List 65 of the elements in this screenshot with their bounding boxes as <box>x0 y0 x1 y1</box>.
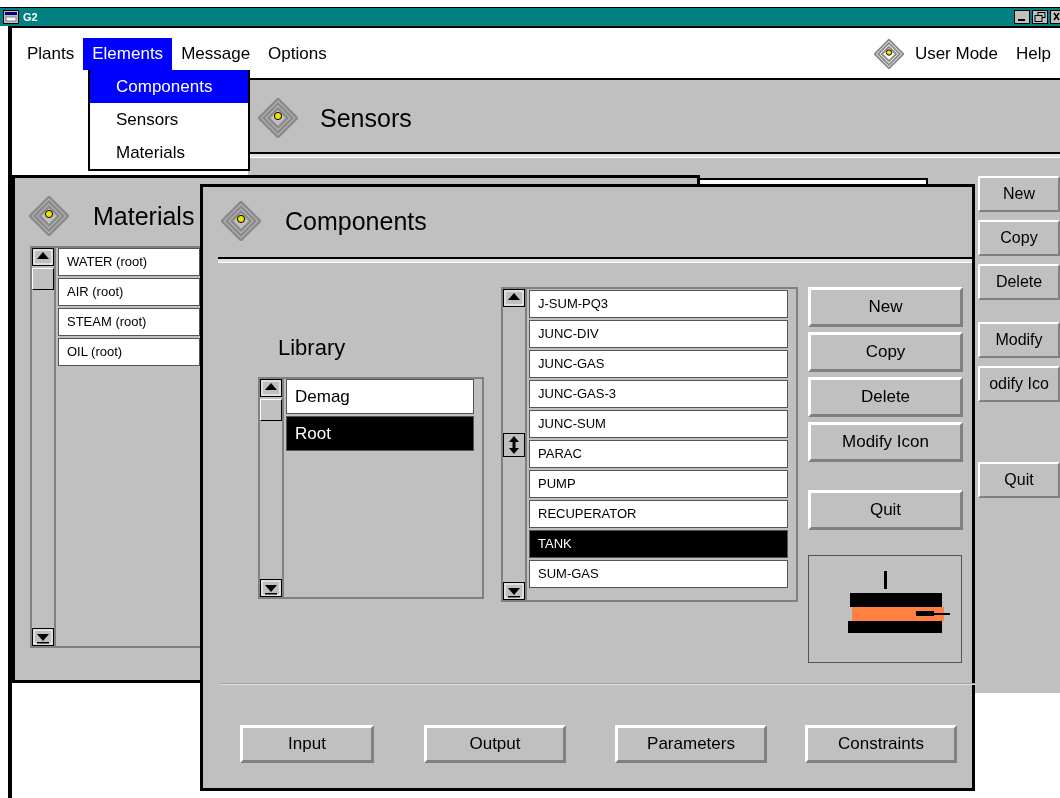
section-label: Library <box>278 335 347 362</box>
menu-item[interactable]: Help <box>1007 38 1060 70</box>
diamond-icon <box>29 196 69 236</box>
list-item[interactable]: Root <box>286 416 474 451</box>
scrollbar[interactable] <box>503 289 527 600</box>
button[interactable]: Quit <box>978 462 1060 498</box>
button[interactable]: Modify Icon <box>808 422 963 462</box>
list-item[interactable]: TANK <box>529 530 788 558</box>
list-item[interactable]: Demag <box>286 379 474 414</box>
scroll-up-arrow-icon[interactable] <box>32 248 54 266</box>
menu-item[interactable]: User Mode <box>905 38 1008 70</box>
scroll-thumb[interactable] <box>260 399 282 421</box>
list-item[interactable]: AIR (root) <box>58 278 200 306</box>
button[interactable]: New <box>978 176 1060 212</box>
scroll-down-arrow-icon[interactable] <box>260 579 282 597</box>
window-title: G2 <box>23 11 38 23</box>
mode-diamond-icon[interactable] <box>873 39 904 69</box>
scrollbar[interactable] <box>260 379 284 597</box>
minimize-icon[interactable] <box>1014 10 1030 24</box>
list-item[interactable]: RECUPERATOR <box>529 500 788 528</box>
button[interactable]: Quit <box>808 490 963 530</box>
menu-item[interactable]: Elements <box>83 38 173 70</box>
scroll-down-arrow-icon[interactable] <box>503 582 525 600</box>
scroll-up-arrow-icon[interactable] <box>503 289 525 307</box>
menu-item[interactable]: Plants <box>18 38 84 70</box>
button[interactable]: Constraints <box>805 725 957 763</box>
list-item[interactable]: J-SUM-PQ3 <box>529 290 788 318</box>
list-item[interactable]: STEAM (root) <box>58 308 200 336</box>
window-heading: Materials <box>93 201 195 231</box>
button[interactable]: Parameters <box>615 725 767 763</box>
button[interactable]: Delete <box>978 264 1060 300</box>
button[interactable]: Copy <box>978 220 1060 256</box>
button[interactable]: Copy <box>808 332 963 372</box>
menu-item[interactable]: Components <box>90 70 248 103</box>
button[interactable]: Input <box>240 725 374 763</box>
button[interactable]: Output <box>424 725 566 763</box>
button[interactable]: odify Ico <box>978 366 1060 402</box>
list-item[interactable]: OIL (root) <box>58 338 200 366</box>
list-item[interactable]: SUM-GAS <box>529 560 788 588</box>
list-item[interactable]: JUNC-SUM <box>529 410 788 438</box>
diamond-icon <box>258 98 298 138</box>
list-item[interactable]: JUNC-DIV <box>529 320 788 348</box>
menu-item[interactable]: Sensors <box>90 103 248 136</box>
scroll-thumb[interactable] <box>32 268 54 290</box>
list-item[interactable]: PARAC <box>529 440 788 468</box>
menu-item[interactable]: Message <box>172 38 260 70</box>
menu-item[interactable]: Options <box>259 38 336 70</box>
scrollbar[interactable] <box>32 248 56 646</box>
list-item[interactable]: WATER (root) <box>58 248 200 276</box>
scroll-up-arrow-icon[interactable] <box>260 379 282 397</box>
restore-icon[interactable] <box>1032 10 1048 24</box>
list-item[interactable]: JUNC-GAS <box>529 350 788 378</box>
window-heading: Components <box>285 206 427 236</box>
menu-item[interactable]: Materials <box>90 136 248 169</box>
diamond-icon <box>221 201 261 241</box>
window-heading: Sensors <box>320 103 412 133</box>
list-item[interactable]: PUMP <box>529 470 788 498</box>
button[interactable]: Delete <box>808 377 963 417</box>
button[interactable]: Modify <box>978 322 1060 358</box>
close-icon[interactable] <box>1050 10 1060 24</box>
scroll-thumb-icon[interactable] <box>503 432 525 457</box>
button[interactable]: New <box>808 287 963 327</box>
scroll-down-arrow-icon[interactable] <box>32 628 54 646</box>
list-item[interactable]: JUNC-GAS-3 <box>529 380 788 408</box>
app-icon <box>3 10 19 24</box>
